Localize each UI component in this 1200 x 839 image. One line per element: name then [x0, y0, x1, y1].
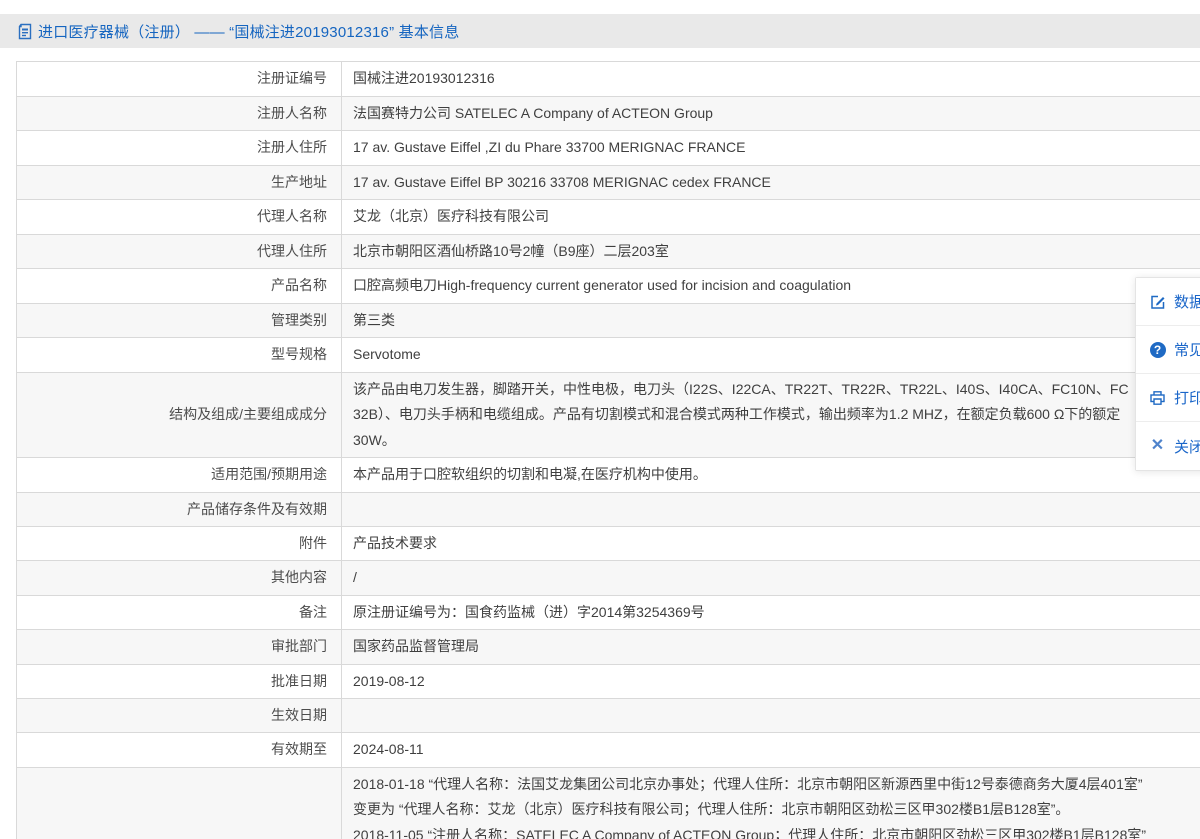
row-label: 注册人住所: [17, 131, 342, 165]
header-bar: 进口医疗器械（注册） —— “国械注进20193012316” 基本信息: [0, 14, 1200, 48]
row-label: 注册证编号: [17, 62, 342, 96]
row-label: 产品名称: [17, 269, 342, 303]
row-label: 批准日期: [17, 664, 342, 698]
row-value: 法国赛特力公司 SATELEC A Company of ACTEON Grou…: [353, 104, 713, 121]
row-value: 17 av. Gustave Eiffel ,ZI du Phare 33700…: [353, 139, 746, 155]
row-label: 型号规格: [17, 338, 342, 372]
row-value: 口腔高频电刀High-frequency current generator u…: [353, 277, 852, 293]
page-title: 进口医疗器械（注册） —— “国械注进20193012316” 基本信息: [38, 23, 460, 41]
row-value: 第三类: [353, 311, 395, 328]
toolbar-item-label: 数据: [1174, 294, 1200, 311]
document-icon: [17, 23, 33, 40]
table-row: 代理人名称 艾龙（北京）医疗科技有限公司: [17, 200, 1200, 235]
row-value: 2019-08-12: [353, 672, 425, 689]
row-value: 本产品用于口腔软组织的切割和电凝,在医疗机构中使用。: [353, 466, 707, 482]
toolbar-item-label: 打印: [1174, 390, 1200, 407]
toolbar-item-faq[interactable]: ? 常见: [1136, 326, 1200, 374]
table-row: 2018-01-18 “代理人名称：法国艾龙集团公司北京办事处；代理人住所：北京…: [17, 767, 1200, 839]
table-row: 适用范围/预期用途 本产品用于口腔软组织的切割和电凝,在医疗机构中使用。: [17, 458, 1200, 493]
row-label: 生产地址: [17, 165, 342, 199]
toolbar-item-close[interactable]: ✕ 关闭: [1136, 422, 1200, 470]
row-value: Servotome: [353, 346, 421, 362]
row-label: 审批部门: [17, 630, 342, 664]
registration-table: 注册证编号 国械注进20193012316 注册人名称 法国赛特力公司 SATE…: [16, 61, 1200, 839]
table-row: 结构及组成/主要组成成分 该产品由电刀发生器，脚踏开关，中性电极，电刀头（I22…: [17, 372, 1200, 458]
table-row: 注册人名称 法国赛特力公司 SATELEC A Company of ACTEO…: [17, 96, 1200, 131]
row-value: 该产品由电刀发生器，脚踏开关，中性电极，电刀头（I22S、I22CA、TR22T…: [353, 380, 1129, 448]
row-value: [342, 493, 1200, 526]
row-label: 附件: [17, 526, 342, 560]
table-row: 生产地址 17 av. Gustave Eiffel BP 30216 3370…: [17, 165, 1200, 200]
toolbar-item-label: 常见: [1174, 342, 1200, 359]
table-row: 管理类别 第三类: [17, 303, 1200, 338]
row-label: 其他内容: [17, 561, 342, 595]
row-label: 代理人名称: [17, 200, 342, 234]
table-row: 型号规格 Servotome: [17, 338, 1200, 373]
table-row: 审批部门 国家药品监督管理局: [17, 630, 1200, 665]
table-row: 注册证编号 国械注进20193012316: [17, 62, 1200, 97]
row-label: 产品储存条件及有效期: [17, 492, 342, 526]
toolbar-item-print[interactable]: 打印: [1136, 374, 1200, 422]
row-label: 注册人名称: [17, 96, 342, 130]
table-row: 批准日期 2019-08-12: [17, 664, 1200, 699]
row-label: 备注: [17, 595, 342, 629]
row-label: 生效日期: [17, 699, 342, 732]
table-row: 附件 产品技术要求: [17, 526, 1200, 561]
table-row: 产品名称 口腔高频电刀High-frequency current genera…: [17, 269, 1200, 304]
row-value: 艾龙（北京）医疗科技有限公司: [353, 208, 549, 224]
toolbar-item-data-correction[interactable]: 数据: [1136, 278, 1200, 326]
side-toolbar: 数据 ? 常见 打印 ✕ 关闭: [1135, 277, 1200, 471]
table-row: 代理人住所 北京市朝阳区酒仙桥路10号2幢（B9座）二层203室: [17, 234, 1200, 269]
row-value: 2024-08-11: [353, 741, 424, 757]
table-row: 有效期至 2024-08-11: [17, 733, 1200, 768]
row-value: [342, 699, 1200, 732]
row-value: 国家药品监督管理局: [353, 638, 479, 654]
toolbar-item-label: 关闭: [1174, 438, 1200, 456]
table-row: 备注 原注册证编号为：国食药监械（进）字2014第3254369号: [17, 595, 1200, 630]
table-row: 产品储存条件及有效期: [17, 492, 1200, 527]
row-label: [17, 767, 342, 839]
row-label: 代理人住所: [17, 234, 342, 268]
row-value: 原注册证编号为：国食药监械（进）字2014第3254369号: [353, 603, 705, 620]
row-value: 国械注进20193012316: [353, 70, 495, 86]
row-value: 产品技术要求: [353, 534, 437, 551]
row-value: /: [353, 569, 357, 585]
row-value: 17 av. Gustave Eiffel BP 30216 33708 MER…: [353, 173, 771, 190]
table-row: 注册人住所 17 av. Gustave Eiffel ,ZI du Phare…: [17, 131, 1200, 166]
table-row: 其他内容 /: [17, 561, 1200, 596]
row-label: 管理类别: [17, 303, 342, 337]
close-icon: ✕: [1150, 437, 1165, 454]
row-label: 结构及组成/主要组成成分: [17, 372, 342, 457]
edit-icon: [1149, 293, 1166, 310]
page: 进口医疗器械（注册） —— “国械注进20193012316” 基本信息 注册证…: [0, 0, 1200, 839]
row-value: 北京市朝阳区酒仙桥路10号2幢（B9座）二层203室: [353, 242, 669, 259]
printer-icon: [1149, 389, 1166, 406]
table-row: 生效日期: [17, 699, 1200, 733]
row-label: 有效期至: [17, 733, 342, 767]
question-circle-icon: ?: [1149, 341, 1166, 358]
row-label: 适用范围/预期用途: [17, 458, 342, 492]
row-value: 2018-01-18 “代理人名称：法国艾龙集团公司北京办事处；代理人住所：北京…: [353, 775, 1147, 839]
